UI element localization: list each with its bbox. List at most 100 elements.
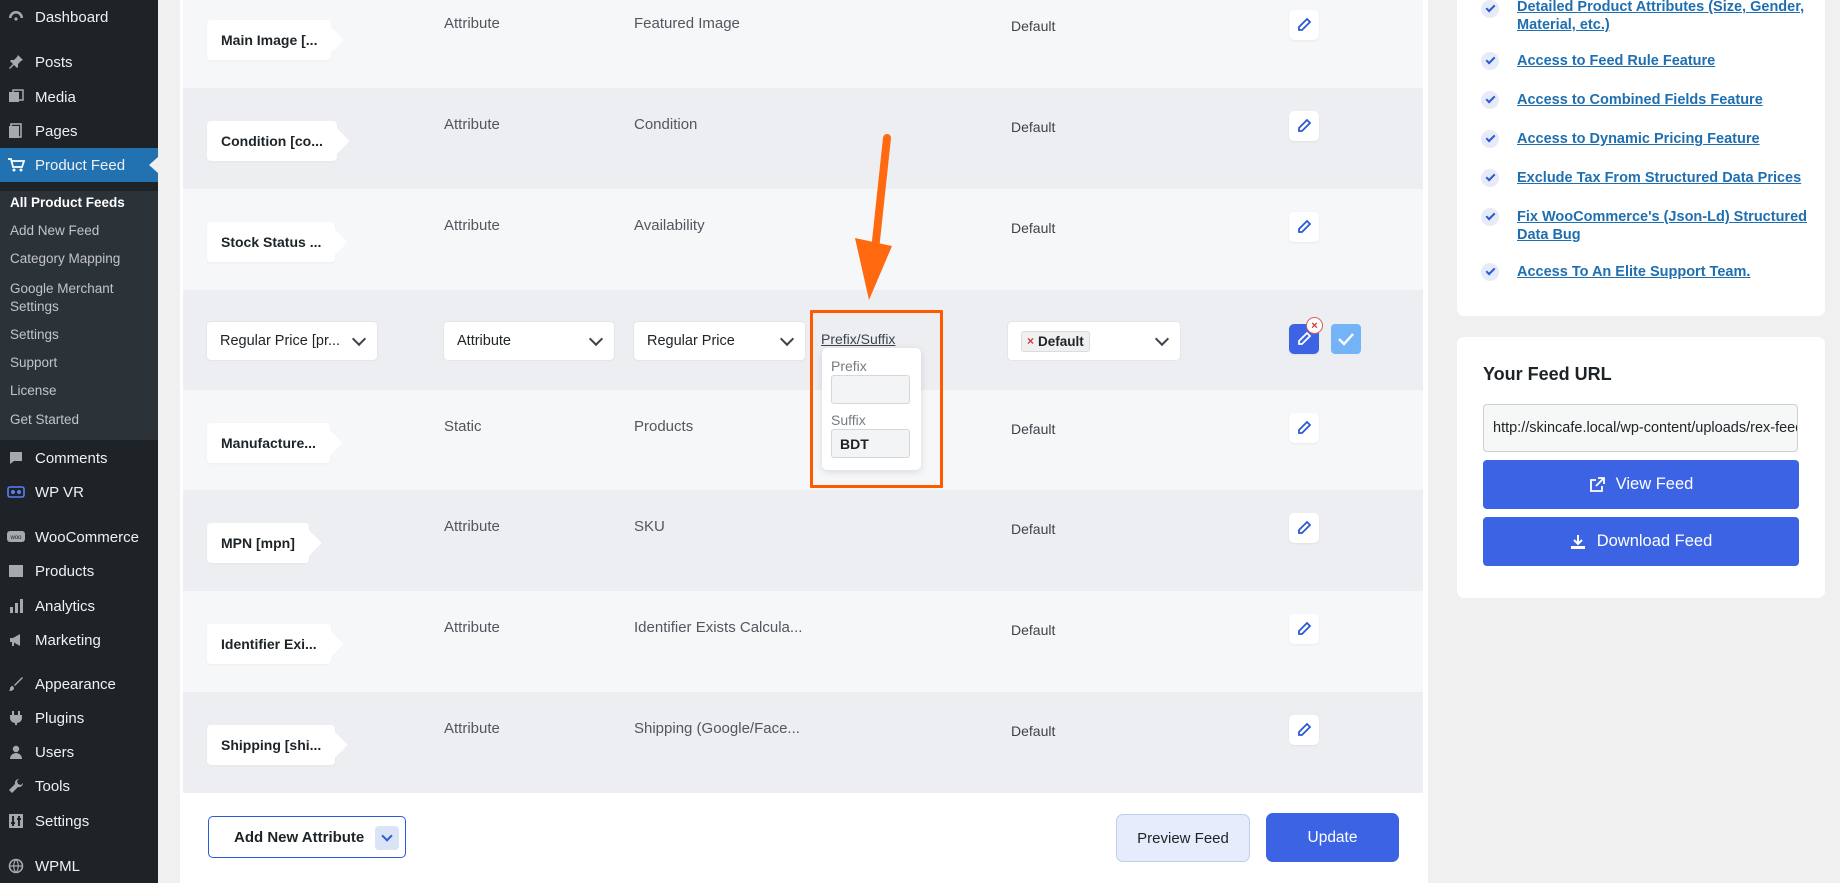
attribute-value: Shipping (Google/Face... [634, 720, 800, 737]
update-button[interactable]: Update [1266, 813, 1399, 862]
pencil-icon [1298, 722, 1312, 736]
submenu-google-merchant-settings[interactable]: Google Merchant Settings [10, 280, 140, 316]
edit-row-button[interactable] [1289, 212, 1319, 242]
attribute-row: Main Image [... Attribute Featured Image… [183, 0, 1423, 88]
menu-item-settings[interactable]: Settings [0, 806, 158, 836]
edit-row-button[interactable] [1289, 10, 1319, 40]
edit-row-button[interactable] [1289, 413, 1319, 443]
submenu-license[interactable]: License [10, 382, 57, 400]
prefix-suffix-link[interactable]: Prefix/Suffix [821, 331, 895, 347]
comment-icon [7, 449, 25, 467]
settings-icon [7, 812, 25, 830]
attribute-type-select[interactable]: Attribute [444, 322, 614, 360]
submenu-all-product-feeds[interactable]: All Product Feeds [10, 194, 125, 212]
menu-item-marketing[interactable]: Marketing [0, 625, 158, 655]
menu-item-analytics[interactable]: Analytics [0, 591, 158, 621]
submenu-settings[interactable]: Settings [10, 326, 59, 344]
submenu-add-new-feed[interactable]: Add New Feed [10, 222, 99, 240]
menu-item-products[interactable]: Products [0, 556, 158, 586]
menu-item-appearance[interactable]: Appearance [0, 669, 158, 699]
select-value: Regular Price [647, 333, 735, 349]
pencil-icon [1298, 420, 1312, 434]
confirm-button[interactable] [1331, 324, 1361, 354]
attribute-name-tag: Stock Status ... [207, 222, 336, 262]
edit-row-button[interactable] [1289, 715, 1319, 745]
check-icon [1338, 333, 1354, 346]
edit-row-button[interactable] [1289, 513, 1319, 543]
external-link-icon [1589, 476, 1605, 492]
attribute-row: MPN [mpn] Attribute SKU Default [183, 490, 1423, 591]
menu-item-media[interactable]: Media [0, 82, 158, 112]
menu-item-posts[interactable]: Posts [0, 47, 158, 77]
attribute-output: Default [1011, 421, 1056, 437]
menu-item-tools[interactable]: Tools [0, 771, 158, 801]
attribute-name-tag: MPN [mpn] [207, 523, 309, 563]
feed-url-input[interactable]: http://skincafe.local/wp-content/uploads… [1483, 404, 1798, 452]
woo-icon: woo [7, 528, 25, 546]
attribute-value: Identifier Exists Calcula... [634, 619, 803, 636]
prefix-input[interactable] [831, 375, 910, 404]
attribute-value: Availability [634, 217, 705, 234]
attribute-row: Shipping [shi... Attribute Shipping (Goo… [183, 692, 1423, 793]
menu-label: Appearance [35, 675, 116, 693]
attribute-type: Attribute [444, 15, 500, 32]
chevron-down-icon [588, 331, 604, 346]
attribute-row: Stock Status ... Attribute Availability … [183, 189, 1423, 290]
menu-item-pages[interactable]: Pages [0, 116, 158, 146]
feature-link[interactable]: Exclude Tax From Structured Data Prices [1517, 169, 1807, 187]
feature-link[interactable]: Access To An Elite Support Team. [1517, 263, 1807, 281]
attribute-type: Attribute [444, 518, 500, 535]
preview-feed-button[interactable]: Preview Feed [1116, 814, 1250, 862]
feature-link[interactable]: Access to Dynamic Pricing Feature [1517, 130, 1807, 148]
dashboard-icon [7, 8, 25, 26]
menu-label: Dashboard [35, 8, 109, 26]
submenu-category-mapping[interactable]: Category Mapping [10, 250, 120, 268]
menu-label: Posts [35, 53, 73, 71]
attribute-name-select[interactable]: Regular Price [pr... [207, 322, 377, 360]
menu-item-dashboard[interactable]: Dashboard [0, 2, 158, 32]
remove-tag-icon[interactable]: × [1027, 334, 1034, 348]
menu-item-users[interactable]: Users [0, 737, 158, 767]
cart-icon [7, 156, 25, 174]
chevron-down-icon[interactable] [375, 826, 399, 850]
feature-link[interactable]: Fix WooCommerce's (Json-Ld) Structured D… [1517, 208, 1807, 244]
button-label: View Feed [1615, 475, 1694, 493]
submenu-support[interactable]: Support [10, 354, 57, 372]
megaphone-icon [7, 631, 25, 649]
attribute-value: Products [634, 418, 694, 435]
svg-text:woo: woo [9, 535, 22, 541]
user-icon [7, 743, 25, 761]
annotation-arrow-icon [855, 134, 892, 300]
add-new-attribute-button[interactable]: Add New Attribute [208, 816, 406, 858]
close-icon[interactable]: × [1306, 317, 1323, 334]
output-filter-select[interactable]: × Default [1008, 322, 1180, 360]
menu-item-product-feed[interactable]: Product Feed [0, 148, 158, 182]
menu-item-wpml[interactable]: WPML [0, 851, 158, 881]
pages-icon [7, 122, 25, 140]
attribute-output: Default [1011, 723, 1056, 739]
chevron-down-icon [351, 331, 367, 346]
attribute-value-select[interactable]: Regular Price [634, 322, 805, 360]
menu-label: Plugins [35, 709, 85, 727]
menu-item-comments[interactable]: Comments [0, 443, 158, 473]
menu-item-woocommerce[interactable]: woo WooCommerce [0, 522, 158, 552]
submenu-get-started[interactable]: Get Started [10, 411, 79, 429]
menu-item-wp-vr[interactable]: WP VR [0, 477, 158, 507]
download-feed-button[interactable]: Download Feed [1483, 517, 1799, 566]
suffix-input[interactable]: BDT [831, 429, 910, 458]
menu-label: Products [35, 562, 95, 580]
view-feed-button[interactable]: View Feed [1483, 460, 1799, 509]
brush-icon [7, 675, 25, 693]
editing-attribute-row: Regular Price [pr... Attribute Regular P… [183, 290, 1423, 391]
attribute-type: Attribute [444, 720, 500, 737]
feature-link[interactable]: Detailed Product Attributes (Size, Gende… [1517, 0, 1807, 34]
menu-item-plugins[interactable]: Plugins [0, 703, 158, 733]
feature-link[interactable]: Access to Feed Rule Feature [1517, 52, 1807, 70]
attribute-output: Default [1011, 622, 1056, 638]
feature-link[interactable]: Access to Combined Fields Feature [1517, 91, 1807, 109]
check-icon [1481, 208, 1499, 226]
edit-row-button[interactable] [1289, 614, 1319, 644]
pencil-icon [1298, 331, 1312, 345]
menu-label: Pages [35, 122, 78, 140]
edit-row-button[interactable] [1289, 111, 1319, 141]
